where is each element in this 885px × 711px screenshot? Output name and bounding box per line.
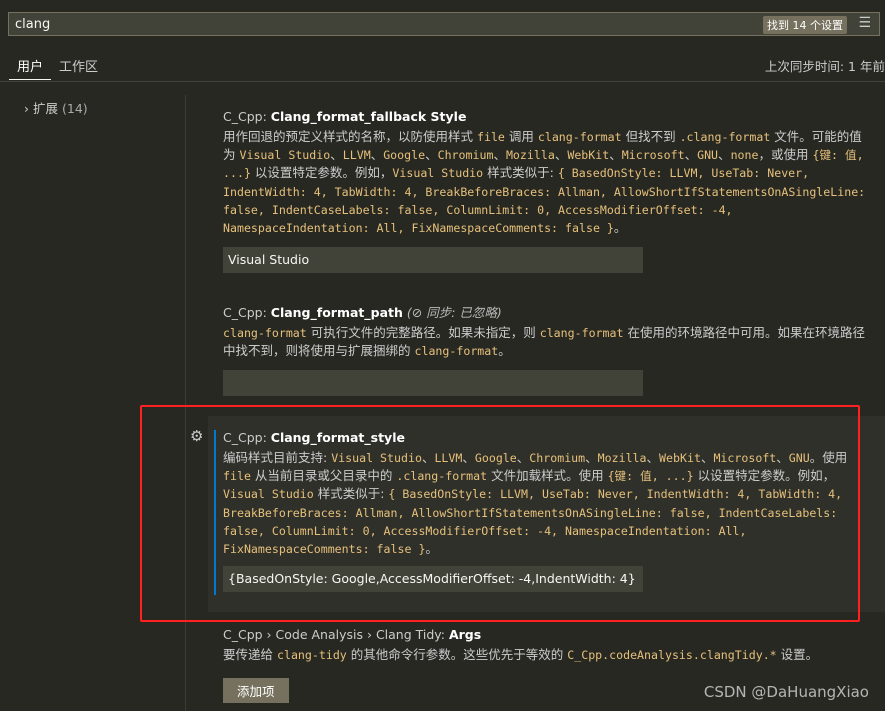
description-text: 用作回退的预定义样式的名称，以防使用样式 [223, 129, 477, 144]
description-text: 、 [330, 147, 343, 163]
fallback-style-input[interactable]: Visual Studio [223, 247, 643, 274]
annotation-highlight-box [140, 405, 860, 622]
code-snippet: LLVM [342, 148, 371, 163]
sync-status: 上次同步时间: 1 年前 [764, 59, 885, 74]
code-snippet: WebKit [567, 148, 610, 163]
setting-category: C_Cpp: [223, 109, 271, 124]
description-text: 设置。 [776, 647, 819, 662]
description-text: 、 [609, 147, 622, 163]
description-text: 的其他命令行参数。这些优先于等效的 [346, 647, 568, 662]
settings-search-input[interactable]: clang 找到 14 个设置 ☰ [8, 12, 880, 36]
code-snippet: Mozilla [505, 148, 555, 163]
description-text: 、 [370, 147, 384, 163]
setting-category: C_Cpp: [223, 305, 271, 320]
result-count-badge: 找到 14 个设置 [763, 16, 847, 34]
clang-format-path-input[interactable] [223, 370, 643, 397]
description-text: 、 [493, 147, 506, 163]
code-snippet: file [476, 130, 505, 144]
watermark: CSDN @DaHuangXiao [703, 683, 869, 701]
code-snippet: Microsoft [621, 148, 685, 163]
sync-note: 同步: 已忽略 [426, 305, 497, 320]
code-snippet: clang-tidy [276, 648, 347, 662]
code-snippet: clang-format [414, 344, 499, 359]
sync-ignored-icon: ⊘ [411, 305, 423, 320]
setting-description: 用作回退的预定义样式的名称，以防使用样式 file 调用 clang-forma… [223, 128, 873, 237]
code-snippet: Visual Studio [392, 166, 484, 181]
setting-category: C_Cpp › Code Analysis › Clang Tidy: [223, 627, 449, 642]
code-snippet: Visual Studio [239, 148, 331, 163]
tab-workspace[interactable]: 工作区 [59, 56, 98, 75]
description-text: 以设置特定参数。例如， [250, 165, 393, 181]
description-text: 但找不到 [621, 129, 680, 144]
setting-name: Clang_format_path [270, 305, 403, 320]
description-text: 、 [684, 147, 698, 163]
code-snippet: GNU [697, 148, 719, 163]
setting-name: Clang_format_fallback Style [270, 109, 467, 124]
setting-clang-format-fallback-style: C_Cpp: Clang_format_fallback Style 用作回退的… [223, 108, 873, 274]
description-text: 样式类似于: [483, 165, 558, 181]
description-text: 。 [498, 343, 511, 359]
setting-clang-format-path: C_Cpp: Clang_format_path (⊘ 同步: 已忽略) cla… [223, 304, 873, 397]
code-snippet: none [730, 148, 759, 163]
description-text: 调用 [504, 129, 538, 144]
setting-description: 要传递给 clang-tidy 的其他命令行参数。这些优先于等效的 C_Cpp.… [223, 646, 873, 664]
setting-name: Args [448, 627, 482, 642]
code-snippet: clang-format [539, 326, 624, 340]
code-snippet: .clang-format [679, 130, 771, 144]
description-text: 、 [718, 147, 731, 163]
description-text: ，或使用 [758, 147, 813, 163]
search-value: clang [15, 17, 51, 32]
description-text: 可执行文件的完整路径。如果未指定，则 [306, 325, 540, 340]
sidebar-item-extensions[interactable]: › 扩展 (14) [24, 98, 88, 117]
code-snippet: Google [383, 148, 426, 163]
description-text: 、 [425, 147, 438, 163]
setting-description: clang-format 可执行文件的完整路径。如果未指定，则 clang-fo… [223, 324, 873, 360]
code-snippet: C_Cpp.codeAnalysis.clangTidy.* [567, 648, 777, 662]
code-snippet: clang-format [537, 130, 622, 144]
chevron-right-icon: › [24, 101, 29, 116]
code-snippet: Chromium [437, 148, 494, 163]
code-snippet: clang-format [223, 326, 307, 340]
active-tab-indicator [9, 79, 51, 80]
tab-user[interactable]: 用户 [17, 56, 43, 75]
sidebar-item-count: (14) [61, 101, 88, 116]
description-text: 要传递给 [223, 647, 277, 662]
description-text: 。 [613, 220, 627, 236]
settings-scope-tabs: 用户 工作区 上次同步时间: 1 年前 [0, 52, 885, 82]
description-text: 、 [554, 147, 568, 163]
sidebar-item-label: 扩展 [32, 101, 58, 116]
clear-filter-icon[interactable]: ☰ [858, 15, 871, 31]
add-item-button[interactable]: 添加项 [223, 678, 289, 704]
